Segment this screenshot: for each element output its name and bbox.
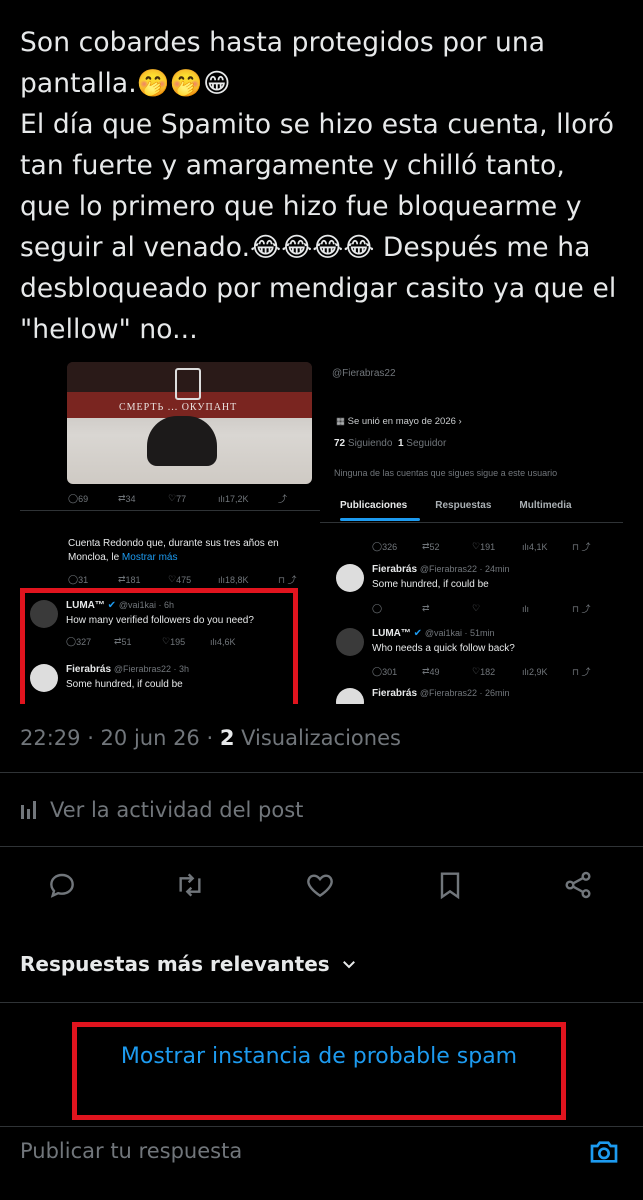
like-icon[interactable]: [304, 869, 336, 901]
fierabras-text: Some hundred, if could be: [66, 679, 183, 690]
reply-icon[interactable]: [46, 869, 78, 901]
luma-avatar-right[interactable]: [336, 628, 364, 656]
share-icon[interactable]: [562, 869, 594, 901]
luma-text: How many verified followers do you need?: [66, 615, 254, 626]
luma-text-right: Who needs a quick follow back?: [372, 643, 515, 654]
profile-tabs: Publicaciones Respuestas Multimedia: [340, 500, 572, 511]
banner-caption: СМЕРТЬ ... ОКУПАНТ: [119, 402, 238, 413]
tweet-text: Son cobardes hasta protegidos por una pa…: [20, 27, 617, 345]
banner-photo: СМЕРТЬ ... ОКУПАНТ: [67, 362, 312, 484]
post-meta: 22:29 · 20 jun 26 · 2 Visualizaciones: [20, 726, 401, 750]
reply-input[interactable]: Publicar tu respuesta: [20, 1139, 242, 1163]
chart-icon: [21, 801, 36, 819]
reply-count[interactable]: ◯ 69: [68, 492, 118, 505]
show-spam-link[interactable]: Mostrar instancia de probable spam: [72, 1044, 566, 1069]
embedded-screenshot[interactable]: СМЕРТЬ ... ОКУПАНТ ◯ 69 ⇄ 34 ♡ 77 ılı 17…: [20, 352, 623, 704]
share-icon[interactable]: ⤴: [278, 492, 287, 505]
like-count[interactable]: ♡ 77: [168, 492, 218, 505]
camera-icon[interactable]: [588, 1136, 620, 1168]
show-more-link[interactable]: Mostrar más: [122, 552, 178, 563]
luma-avatar[interactable]: [30, 600, 58, 628]
follow-counts[interactable]: 72 Siguiendo 1 Seguidor: [334, 438, 446, 449]
right-stats-1: ◯ 326 ⇄ 52 ♡ 191 ılı 4,1K ⊓ ⤴: [372, 541, 591, 552]
fierabras-text-right: Some hundred, if could be: [372, 579, 489, 590]
replies-sort-dropdown[interactable]: Respuestas más relevantes: [20, 952, 358, 976]
bookmark-icon[interactable]: [434, 869, 466, 901]
spam-highlight-box: [72, 1022, 566, 1120]
chevron-down-icon: [342, 961, 355, 969]
left-stats-1: ◯ 69 ⇄ 34 ♡ 77 ılı 17,2K ⤴: [68, 492, 318, 505]
tab-replies[interactable]: Respuestas: [435, 500, 491, 511]
repost-icon[interactable]: [174, 869, 206, 901]
verified-icon: ✔: [107, 600, 117, 611]
luma-name: LUMA™: [66, 600, 105, 611]
view-count[interactable]: ılı 17,2K: [218, 492, 278, 505]
fierabras-name: Fierabrás: [66, 664, 112, 675]
tab-media[interactable]: Multimedia: [519, 500, 571, 511]
tab-posts[interactable]: Publicaciones: [340, 500, 407, 511]
join-date: ▦ Se unió en mayo de 2026 ›: [336, 416, 462, 427]
repost-count[interactable]: ⇄ 34: [118, 492, 168, 505]
luma-stats: ◯ 327 ⇄ 51 ♡ 195 ılı 4,6K: [66, 636, 236, 647]
left-post2: Cuenta Redondo que, durante sus tres año…: [68, 538, 279, 563]
action-bar: [46, 869, 606, 903]
fierabras-avatar-right-2[interactable]: [336, 688, 364, 704]
follow-note: Ninguna de las cuentas que sigues sigue …: [334, 468, 558, 478]
profile-handle: @Fierabras22: [332, 368, 396, 379]
left-stats-2: ◯ 31 ⇄ 181 ♡ 475 ılı 18,8K ⊓ ⤴: [68, 574, 297, 585]
fierabras-avatar[interactable]: [30, 664, 58, 692]
fierabras-avatar-right[interactable]: [336, 564, 364, 592]
post-activity-link[interactable]: Ver la actividad del post: [20, 798, 303, 822]
